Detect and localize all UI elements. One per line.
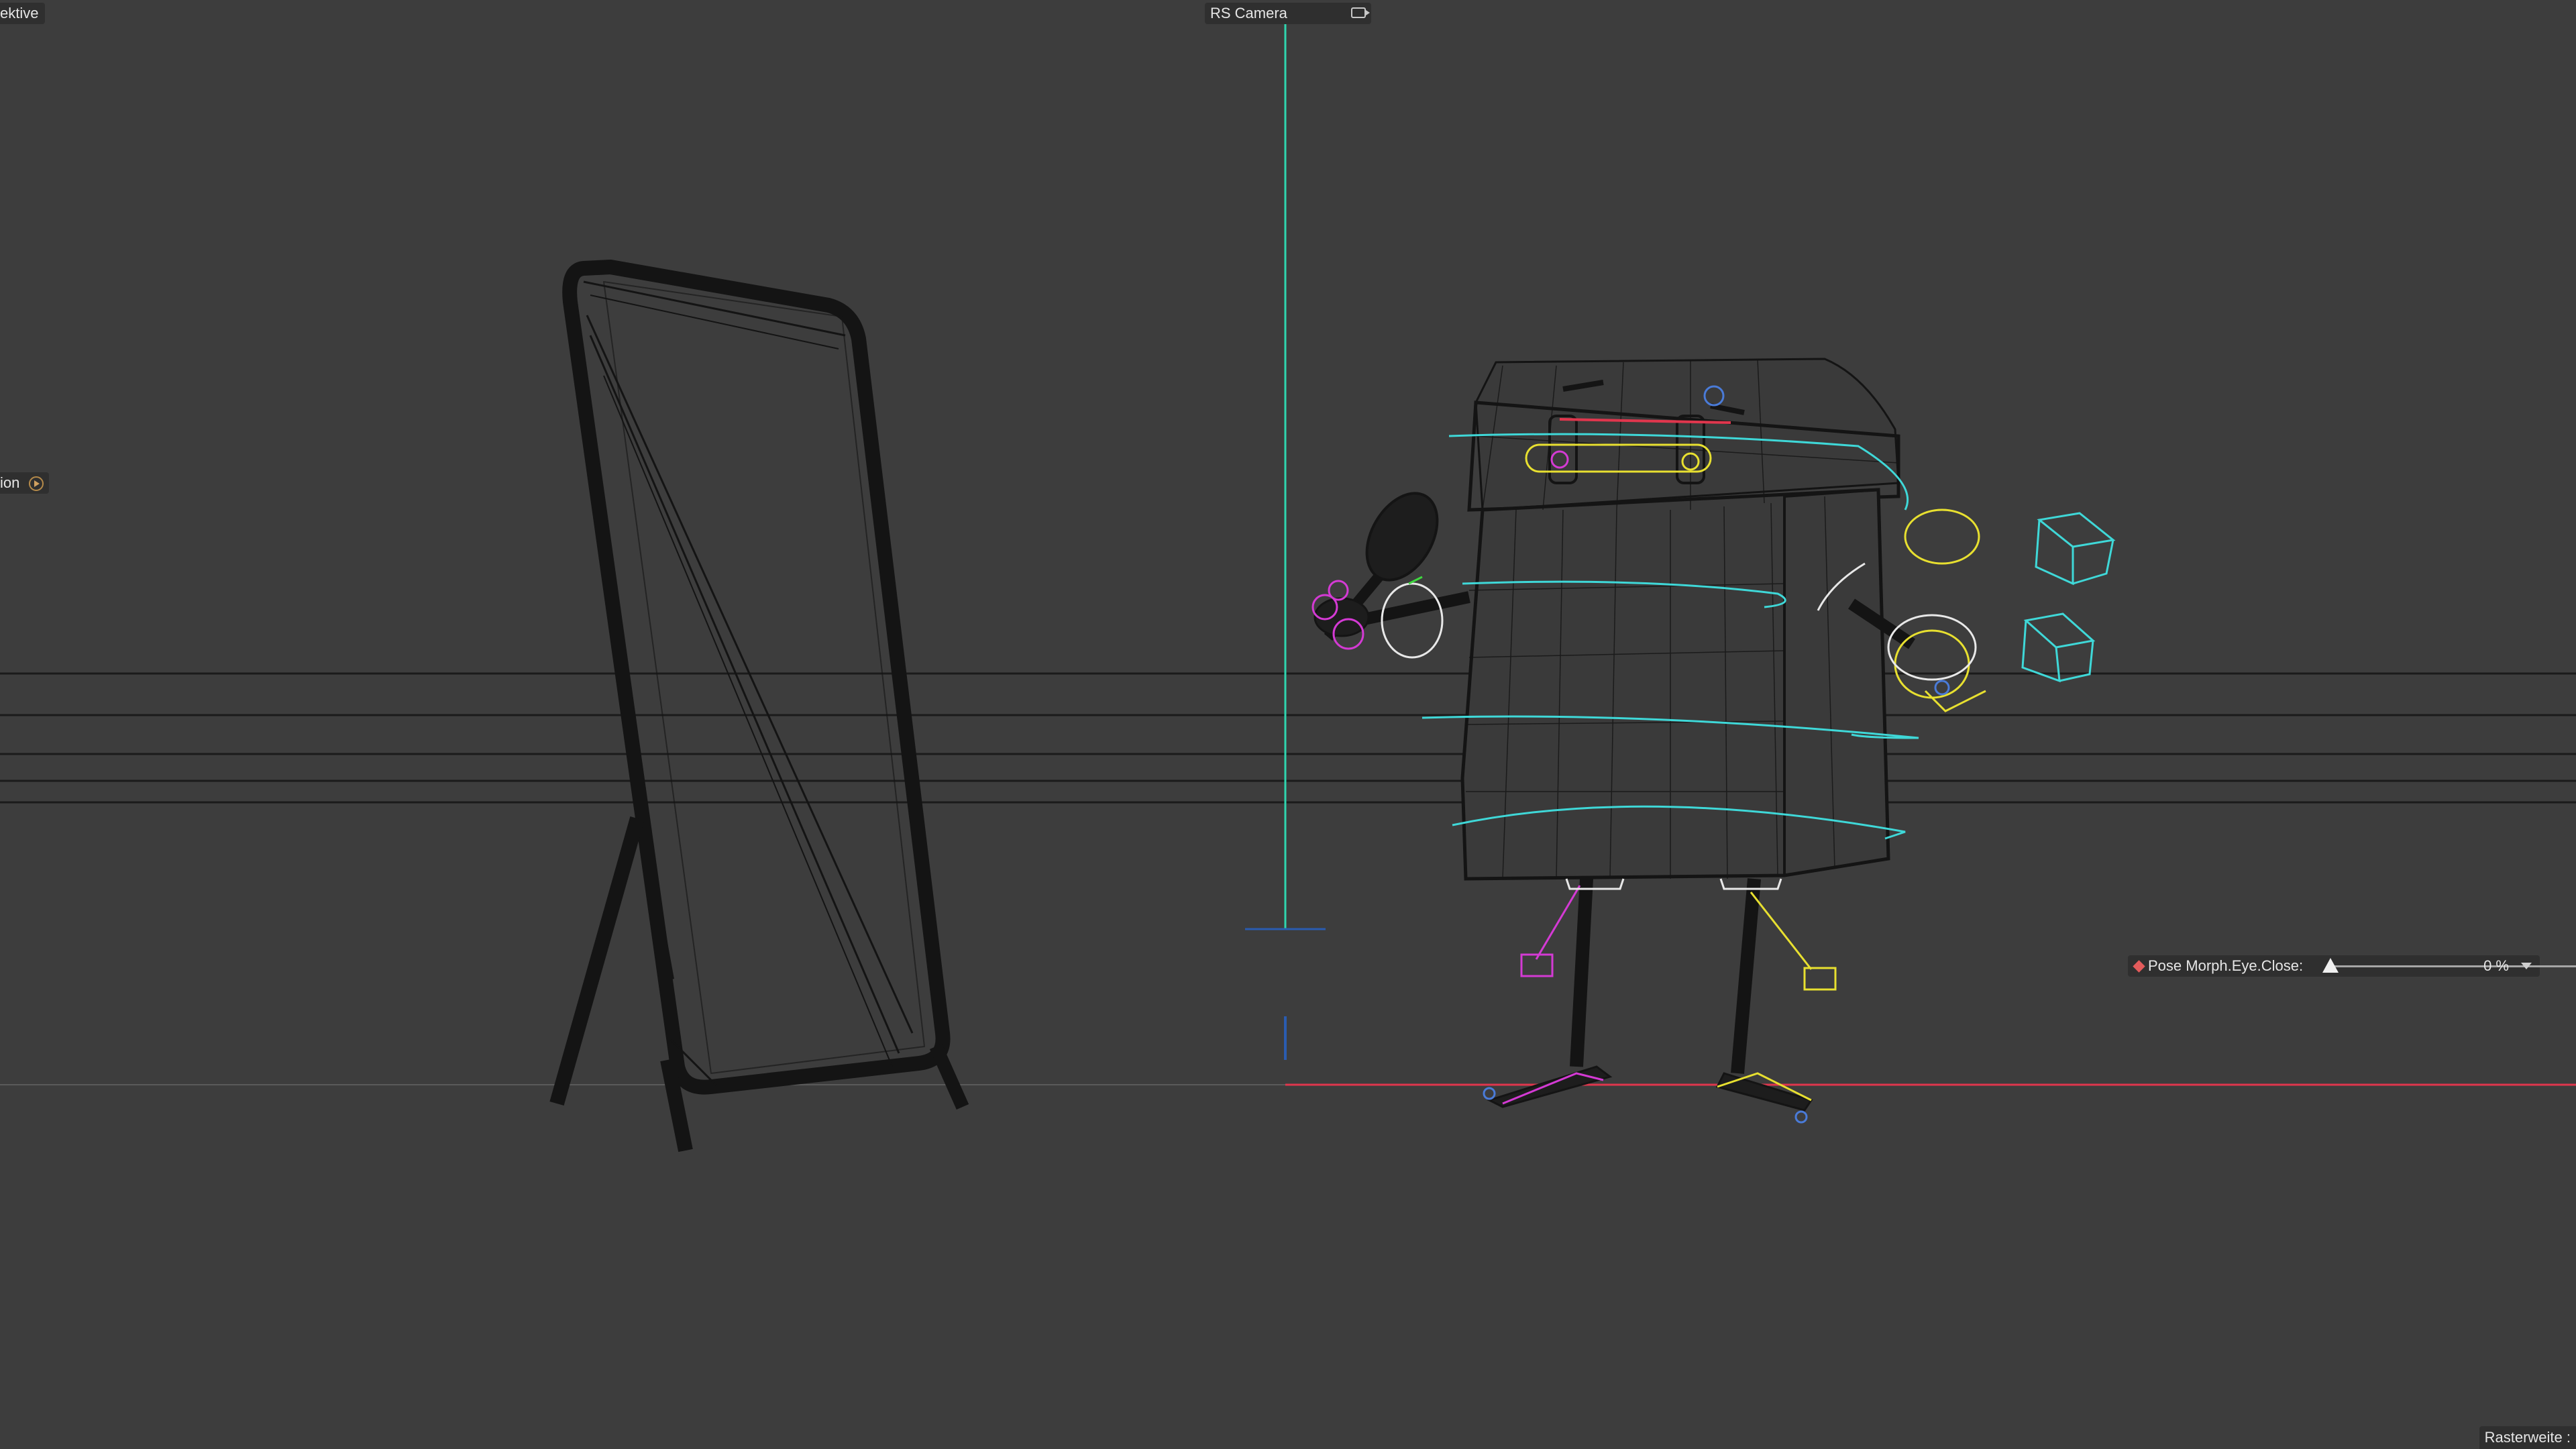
pose-morph-label: Pose Morph.Eye.Close: [2148, 957, 2304, 974]
view-mode-label[interactable]: ektive [0, 3, 46, 24]
grid-spacing-status: Rasterweite : [2479, 1426, 2576, 1449]
play-icon[interactable] [29, 476, 44, 491]
camera-selector[interactable]: RS Camera [1205, 3, 1371, 24]
grid-spacing-text: Rasterweite : [2484, 1429, 2571, 1446]
grid-lines [0, 672, 2576, 804]
pose-morph-slider[interactable] [2322, 955, 2576, 977]
camera-name: RS Camera [1210, 5, 1287, 21]
view-mode-text: ektive [0, 5, 39, 21]
keyframe-icon[interactable] [2133, 960, 2145, 973]
slider-thumb[interactable] [2322, 958, 2339, 973]
3d-viewport[interactable]: ektive RS Camera ion Pose Morph.Eye.Clos… [0, 0, 2576, 1449]
pose-morph-value[interactable]: 0 % [2483, 955, 2509, 977]
chevron-down-icon[interactable] [2521, 963, 2532, 969]
side-panel-label[interactable]: ion [0, 472, 50, 494]
viewport-scene [0, 19, 2576, 1152]
camera-icon[interactable] [1351, 7, 1370, 18]
mirror-model [549, 260, 969, 1152]
slider-track [2330, 965, 2576, 967]
side-panel-text: ion [0, 474, 20, 491]
pose-morph-slider-panel: Pose Morph.Eye.Close: 0 % [2128, 955, 2576, 977]
